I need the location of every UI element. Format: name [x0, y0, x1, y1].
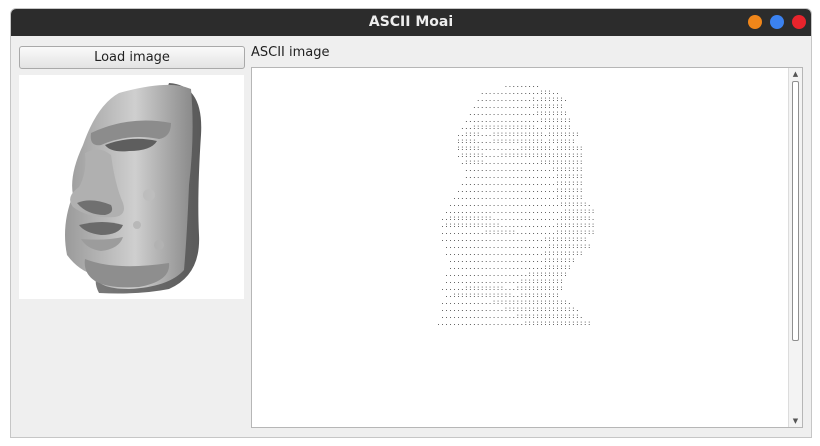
window-title: ASCII Moai: [368, 14, 454, 30]
scrollbar-thumb[interactable]: [792, 81, 799, 341]
ascii-image-label: ASCII image: [251, 45, 330, 60]
title-bar[interactable]: ASCII Moai: [11, 9, 811, 36]
close-button[interactable]: [792, 15, 806, 29]
scroll-down-icon[interactable]: ▼: [789, 415, 802, 427]
ascii-art-text: ......... ...............:::.. .........…: [436, 82, 596, 327]
image-preview: [19, 75, 244, 299]
load-image-button[interactable]: Load image: [19, 46, 245, 69]
app-window: ASCII Moai Load image ASCII image ......…: [10, 8, 812, 438]
minimize-button[interactable]: [748, 15, 762, 29]
scroll-up-icon[interactable]: ▲: [789, 68, 802, 80]
moai-icon: [65, 83, 202, 294]
maximize-button[interactable]: [770, 15, 784, 29]
vertical-scrollbar[interactable]: ▲ ▼: [788, 68, 802, 427]
ascii-text-area[interactable]: ......... ...............:::.. .........…: [251, 67, 803, 428]
